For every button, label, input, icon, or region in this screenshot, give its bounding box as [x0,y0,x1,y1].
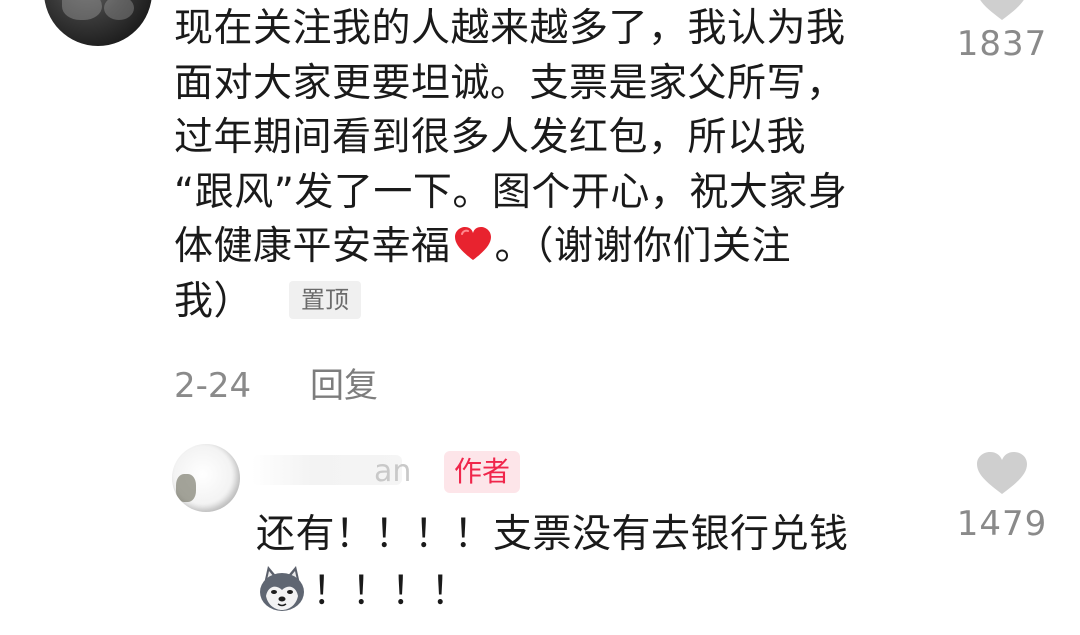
comment-line-segment: 。（谢谢你们关注 [494,224,792,269]
husky-dog-emoji-icon [260,566,304,611]
comment-line: 面对大家更要坦诚。支票是家父所写， [174,60,846,106]
comment-line: 现在关注我的人越来越多了，我认为我 [174,6,846,51]
reply-avatar[interactable] [172,444,240,512]
like-count: 1837 [956,24,1048,64]
author-badge: 作者 [444,451,521,493]
comment-like[interactable]: 1837 [952,0,1052,66]
reply-line: 还有！！！！支票没有去银行兑钱 [256,512,849,557]
comment-line-last: 我） 置顶 [174,275,934,330]
comment-line-with-emoji: 体健康平安幸福 。（谢谢你们关注 [174,220,934,275]
comment-date: 2-24 [174,366,252,406]
like-heart-icon[interactable] [975,450,1029,496]
reply-line-segment: ！！！！ [312,569,471,614]
comment-line-segment: 体健康平安幸福 [174,224,451,269]
comment-line: 过年期间看到很多人发红包，所以我 [174,115,807,160]
reply-author-name[interactable]: an [252,452,411,492]
reply-button[interactable]: 回复 [310,366,378,406]
comment-line: “跟风”发了一下。图个开心，祝大家身 [174,169,848,215]
reply-like[interactable]: 1479 [952,450,1052,546]
like-count: 1479 [956,504,1048,544]
like-heart-icon[interactable] [975,0,1029,22]
reply-body: 还有！！！！支票没有去银行兑钱 ！！！！ [256,508,849,619]
red-heart-emoji-icon [454,227,491,260]
comment-line-segment: 我） [174,278,254,324]
pinned-badge: 置顶 [289,280,362,319]
reply-line-with-emoji: ！！！！ [256,562,849,619]
comment-meta: 2-24 回复 [174,360,378,412]
commenter-avatar[interactable] [44,0,152,46]
name-partial: an [374,454,412,489]
comment-body: 现在关注我的人越来越多了，我认为我 面对大家更要坦诚。支票是家父所写， 过年期间… [174,2,934,329]
